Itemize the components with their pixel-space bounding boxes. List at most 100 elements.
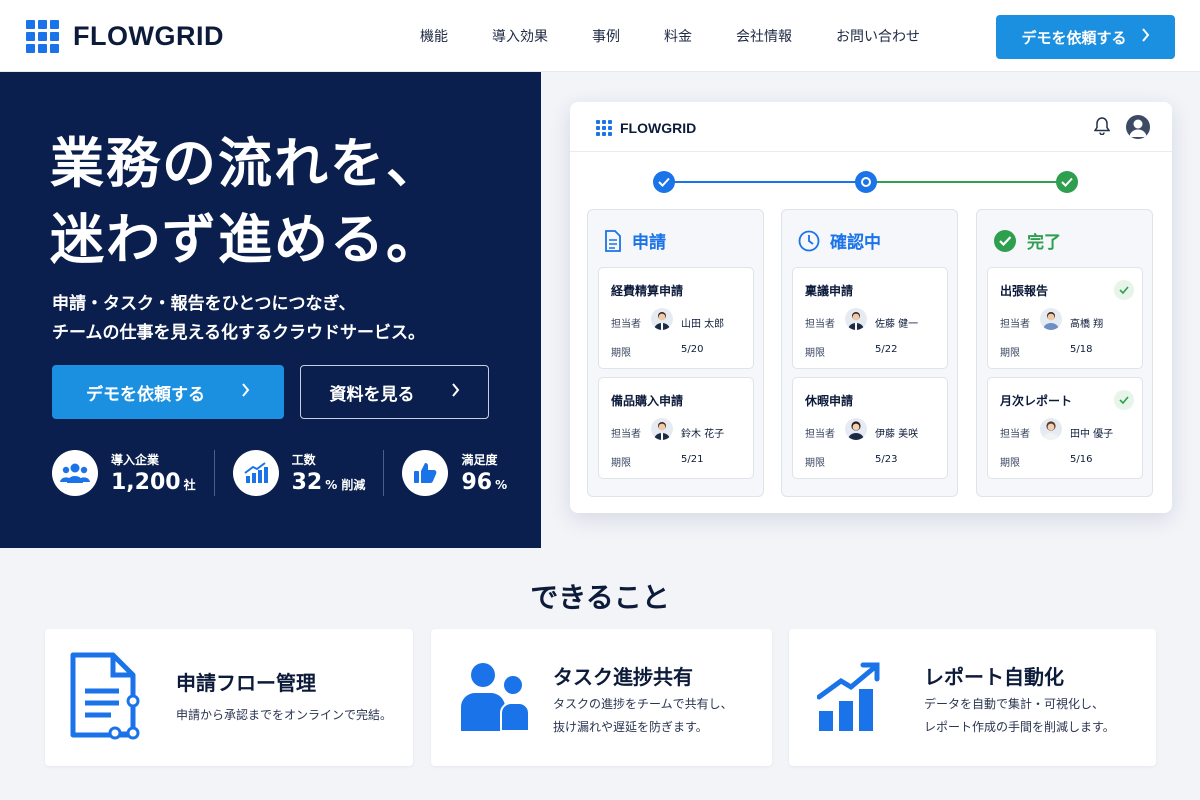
column-title: 申請: [632, 233, 666, 253]
site-header: FLOWGRID 機能 導入効果 事例 料金 会社情報 お問い合わせ デモを依頼…: [0, 0, 1200, 72]
hero-title-line-2: 迷わず進める。: [50, 208, 442, 271]
chevron-right-icon: [451, 383, 460, 401]
chart-up-icon: [232, 450, 279, 496]
nav-item-company[interactable]: 会社情報: [736, 26, 792, 46]
brand-name: FLOWGRID: [73, 21, 224, 51]
due-label: 期限: [805, 458, 825, 469]
chart-up-icon: [817, 662, 880, 731]
view-materials-button[interactable]: 資料を見る: [300, 365, 489, 419]
feature-card-task-progress[interactable]: タスク進捗共有 タスクの進捗をチームで共有し、 抜け漏れや遅延を防ぎます。: [431, 629, 772, 766]
due-date: 5/21: [681, 454, 704, 465]
assignee-name: 佐藤 健一: [875, 319, 919, 330]
check-icon: [1114, 390, 1134, 410]
app-preview-card: FLOWGRID 申請 経費精算申請 担当者 山田 太郎 期限 5/20 備品購…: [570, 102, 1172, 513]
due-label: 期限: [805, 348, 825, 359]
task-card[interactable]: 出張報告 担当者 高橋 翔 期限 5/18: [987, 267, 1143, 369]
task-title: 備品購入申請: [611, 394, 684, 408]
hero-title-line-1: 業務の流れを、: [50, 132, 442, 195]
hero-subtitle-line-2: チームの仕事を見える化するクラウドサービス。: [52, 323, 425, 343]
stat-companies: 導入企業 1,200 社: [52, 450, 196, 496]
feature-title: タスク進捗共有: [553, 665, 693, 689]
request-demo-label: デモを依頼する: [86, 384, 205, 405]
column-application: 申請 経費精算申請 担当者 山田 太郎 期限 5/20 備品購入申請 担当者 鈴…: [587, 209, 764, 497]
due-date: 5/16: [1070, 454, 1093, 465]
due-label: 期限: [611, 458, 631, 469]
stat-satisfaction: 満足度 96%: [402, 450, 507, 496]
stat-divider: [213, 450, 215, 496]
column-header: 完了: [993, 228, 1061, 253]
assignee-name: 鈴木 花子: [681, 429, 725, 440]
document-flow-icon: [70, 652, 140, 740]
request-demo-button[interactable]: デモを依頼する: [52, 365, 284, 419]
avatar: [651, 308, 673, 330]
column-header: 確認中: [798, 228, 881, 253]
feature-card-report-automation[interactable]: レポート自動化 データを自動で集計・可視化し、 レポート作成の手間を削減します。: [789, 629, 1156, 766]
request-demo-button-header[interactable]: デモを依頼する: [996, 15, 1175, 59]
stat-value: 96%: [461, 470, 508, 495]
avatar: [1040, 308, 1062, 330]
task-title: 稟議申請: [805, 284, 854, 298]
section-title: できること: [530, 581, 670, 614]
stat-label: 満足度: [461, 453, 498, 467]
due-label: 期限: [1000, 458, 1020, 469]
task-card[interactable]: 休暇申請 担当者 伊藤 美咲 期限 5/23: [792, 377, 948, 479]
task-title: 出張報告: [1000, 284, 1049, 298]
check-circle-icon: [994, 229, 1016, 252]
assignee-name: 高橋 翔: [1070, 319, 1104, 330]
feature-description: タスクの進捗をチームで共有し、 抜け漏れや遅延を防ぎます。: [553, 697, 733, 734]
hero-subtitle: 申請・タスク・報告をひとつにつなぎ、 チームの仕事を見える化するクラウドサービス…: [52, 290, 425, 348]
assignee-label: 担当者: [805, 429, 835, 440]
main-nav: 機能 導入効果 事例 料金 会社情報 お問い合わせ: [420, 0, 964, 72]
stat-workload: 工数 32% 削減: [232, 450, 365, 496]
grid-logo-icon: [596, 120, 612, 136]
stat-value: 1,200 社: [111, 470, 196, 495]
user-avatar-icon[interactable]: [1126, 115, 1150, 139]
column-completed: 完了 出張報告 担当者 高橋 翔 期限 5/18 月次レポート 担当者 田中 優…: [976, 209, 1153, 497]
app-logo: FLOWGRID: [596, 120, 696, 136]
due-date: 5/18: [1070, 344, 1093, 355]
task-card[interactable]: 稟議申請 担当者 佐藤 健一 期限 5/22: [792, 267, 948, 369]
bell-icon[interactable]: [1093, 117, 1111, 139]
hero-stats: 導入企業 1,200 社 工数 32% 削減 満足度 96 %: [52, 448, 507, 498]
check-icon: [1114, 280, 1134, 300]
feature-description: 申請から承認までをオンラインで完結。: [176, 708, 393, 722]
stat-label: 工数: [291, 453, 316, 467]
document-icon: [605, 229, 621, 252]
assignee-name: 田中 優子: [1070, 429, 1114, 440]
nav-item-cases[interactable]: 事例: [592, 26, 620, 46]
column-header: 申請: [604, 228, 666, 253]
app-brand-name: FLOWGRID: [620, 120, 697, 136]
due-date: 5/23: [875, 454, 898, 465]
nav-item-benefits[interactable]: 導入効果: [492, 26, 548, 46]
task-card[interactable]: 経費精算申請 担当者 山田 太郎 期限 5/20: [598, 267, 754, 369]
brand-logo[interactable]: FLOWGRID: [26, 20, 224, 53]
request-demo-label: デモを依頼する: [1021, 28, 1127, 47]
clock-icon: [798, 230, 820, 251]
avatar: [845, 308, 867, 330]
avatar: [845, 418, 867, 440]
chevron-right-icon: [1141, 28, 1150, 46]
feature-card-application-flow[interactable]: 申請フロー管理 申請から承認までをオンラインで完結。: [45, 629, 413, 766]
task-title: 休暇申請: [805, 394, 854, 408]
progress-stepper: [653, 171, 1078, 193]
feature-title: レポート自動化: [924, 665, 1064, 689]
step-complete-icon: [1056, 171, 1078, 193]
due-label: 期限: [1000, 348, 1020, 359]
nav-item-contact[interactable]: お問い合わせ: [836, 26, 920, 46]
stat-divider: [383, 450, 385, 496]
assignee-label: 担当者: [1000, 319, 1030, 330]
task-card[interactable]: 備品購入申請 担当者 鈴木 花子 期限 5/21: [598, 377, 754, 479]
column-title: 完了: [1027, 233, 1061, 253]
app-topbar: FLOWGRID: [570, 102, 1172, 152]
nav-item-features[interactable]: 機能: [420, 26, 448, 46]
assignee-label: 担当者: [1000, 429, 1030, 440]
nav-item-pricing[interactable]: 料金: [664, 26, 692, 46]
task-card[interactable]: 月次レポート 担当者 田中 優子 期限 5/16: [987, 377, 1143, 479]
step-done-icon: [653, 171, 675, 193]
assignee-label: 担当者: [611, 429, 641, 440]
hero-section: 業務の流れを、 迷わず進める。 申請・タスク・報告をひとつにつなぎ、 チームの仕…: [0, 72, 541, 548]
assignee-label: 担当者: [805, 319, 835, 330]
assignee-name: 伊藤 美咲: [875, 429, 919, 440]
chevron-right-icon: [241, 383, 250, 401]
users-icon: [52, 450, 98, 496]
